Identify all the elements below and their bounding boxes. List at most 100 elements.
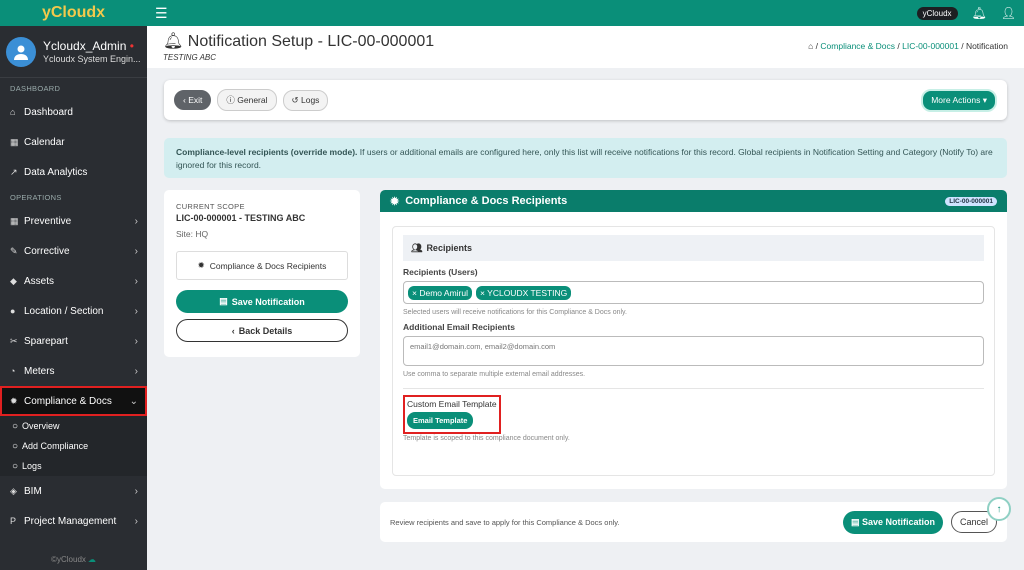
- chevron-down-icon: ⌄: [129, 395, 138, 407]
- chevron-right-icon: ›: [134, 365, 138, 377]
- sidebar-item-calendar[interactable]: ▦ Calendar: [0, 127, 147, 157]
- logs-button[interactable]: ↺ Logs: [282, 89, 329, 111]
- record-tag: LIC-00-000001: [945, 196, 997, 206]
- sidebar-subitem-overview[interactable]: ○ Overview: [0, 416, 147, 436]
- users-help: Selected users will receive notification…: [403, 309, 627, 316]
- recipients-card-title: Compliance & Docs Recipients: [405, 195, 568, 207]
- circle-icon: ○: [12, 460, 19, 472]
- bell-icon[interactable]: 🔔︎: [972, 6, 987, 20]
- exit-button[interactable]: ‹ Exit: [174, 90, 212, 110]
- calendar-icon: ▦: [10, 136, 19, 147]
- wrench-icon: ✎: [10, 245, 18, 256]
- user-menu-icon[interactable]: 👤︎: [1001, 6, 1016, 20]
- general-button[interactable]: ⓘ General: [217, 89, 277, 111]
- chart-icon: ↗: [10, 166, 18, 177]
- chevron-right-icon: ›: [134, 335, 138, 347]
- scope-card: CURRENT SCOPE LIC-00-000001 - TESTING AB…: [164, 190, 360, 357]
- globe-icon: ●: [10, 306, 16, 316]
- gear-icon: ✹: [197, 260, 205, 270]
- scope-site: Site: HQ: [176, 229, 209, 239]
- users-icon: 👥︎: [411, 242, 423, 253]
- chevron-right-icon: ›: [134, 305, 138, 317]
- section-operations: OPERATIONS: [10, 193, 62, 202]
- sidebar-item-location[interactable]: ● Location / Section ›: [0, 296, 147, 326]
- sidebar-item-assets[interactable]: ◆ Assets ›: [0, 266, 147, 296]
- sidebar-footer: ©yCloudx ☁: [51, 554, 96, 564]
- user-chip[interactable]: × YCLOUDX TESTING: [475, 285, 572, 300]
- tag-icon: ◆: [10, 275, 17, 286]
- emails-help: Use comma to separate multiple external …: [403, 371, 586, 378]
- save-notification-bottom-button[interactable]: ▤ Save Notification: [842, 510, 943, 534]
- sidebar: yCloudx Ycloudx_Admin • Ycloudx System E…: [0, 0, 147, 570]
- page-subtitle: TESTING ABC: [163, 53, 217, 62]
- custom-template-section: Custom Email Template Email Template: [403, 395, 501, 434]
- breadcrumb-record[interactable]: LIC-00-000001: [902, 41, 959, 51]
- bottom-hint: Review recipients and save to apply for …: [390, 517, 620, 527]
- sidebar-subitem-add-compliance[interactable]: ○ Add Compliance: [0, 436, 147, 456]
- save-notification-button[interactable]: ▤ Save Notification: [176, 290, 348, 313]
- user-name: Ycloudx_Admin: [43, 39, 127, 53]
- circle-icon: ○: [12, 420, 19, 432]
- brand-logo[interactable]: yCloudx: [0, 0, 147, 26]
- chevron-right-icon: ›: [134, 245, 138, 257]
- recipients-form: 👥︎ Recipients Recipients (Users) × Demo A…: [392, 226, 995, 476]
- toolbar: ‹ Exit ⓘ General ↺ Logs More Actions ▾: [164, 80, 1007, 120]
- sidebar-item-sparepart[interactable]: ✂ Sparepart ›: [0, 326, 147, 356]
- cloud-icon: ☁: [87, 554, 96, 564]
- project-icon: P: [10, 516, 17, 526]
- calendar-check-icon: ▦: [10, 215, 19, 226]
- recipients-section-header: 👥︎ Recipients: [403, 235, 984, 261]
- info-alert: Compliance-level recipients (override mo…: [164, 138, 1007, 178]
- save-icon: ▤: [850, 516, 860, 527]
- sidebar-item-corrective[interactable]: ✎ Corrective ›: [0, 236, 147, 266]
- more-actions-button[interactable]: More Actions ▾: [921, 88, 997, 112]
- chevron-right-icon: ›: [134, 485, 138, 497]
- users-label: Recipients (Users): [403, 267, 478, 277]
- chevron-right-icon: ›: [134, 215, 138, 227]
- page-header: 🔔︎ Notification Setup - LIC-00-000001 TE…: [147, 26, 1024, 68]
- recipients-nav-item[interactable]: ✹ Compliance & Docs Recipients: [176, 251, 348, 280]
- scope-label: CURRENT SCOPE: [176, 202, 245, 211]
- breadcrumb-current: Notification: [965, 41, 1008, 51]
- sidebar-item-data-analytics[interactable]: ↗ Data Analytics: [0, 157, 147, 187]
- chevron-right-icon: ›: [134, 275, 138, 287]
- tools-icon: ✂: [10, 335, 18, 346]
- section-dashboard: DASHBOARD: [10, 84, 61, 93]
- recipients-card-header: ✹ Compliance & Docs Recipients LIC-00-00…: [380, 190, 1007, 212]
- user-profile[interactable]: Ycloudx_Admin • Ycloudx System Engin...: [0, 26, 147, 78]
- email-template-button[interactable]: Email Template: [407, 412, 474, 429]
- scope-value: LIC-00-000001 - TESTING ABC: [176, 213, 306, 223]
- emails-label: Additional Email Recipients: [403, 322, 515, 332]
- bell-icon: 🔔︎: [163, 33, 184, 50]
- home-icon: ⌂: [10, 107, 16, 117]
- gauge-icon: ◔: [10, 366, 16, 376]
- emails-textarea[interactable]: email1@domain.com, email2@domain.com: [403, 336, 984, 366]
- sidebar-item-project-management[interactable]: P Project Management ›: [0, 506, 147, 536]
- users-select[interactable]: × Demo Amirul × YCLOUDX TESTING: [403, 281, 984, 304]
- sidebar-subitem-logs[interactable]: ○ Logs: [0, 456, 147, 476]
- template-help: Template is scoped to this compliance do…: [403, 435, 570, 442]
- app-pill[interactable]: yCloudx: [916, 6, 958, 20]
- divider: [403, 388, 984, 389]
- page-title: Notification Setup - LIC-00-000001: [187, 33, 435, 50]
- breadcrumb-compliance[interactable]: Compliance & Docs: [820, 41, 895, 51]
- scroll-top-icon[interactable]: ↑: [987, 497, 1011, 521]
- template-label: Custom Email Template: [407, 399, 497, 409]
- sidebar-item-bim[interactable]: ◈ BIM ›: [0, 476, 147, 506]
- avatar: [6, 36, 36, 67]
- sidebar-item-dashboard[interactable]: ⌂ Dashboard: [0, 97, 147, 127]
- sidebar-item-meters[interactable]: ◔ Meters ›: [0, 356, 147, 386]
- recipients-card: ✹ Compliance & Docs Recipients LIC-00-00…: [380, 190, 1007, 489]
- top-bar: ☰ yCloudx 🔔︎ 👤︎: [147, 0, 1024, 26]
- home-icon[interactable]: ⌂: [808, 41, 813, 51]
- info-bold: Compliance-level recipients (override mo…: [176, 147, 358, 157]
- menu-toggle-icon[interactable]: ☰: [155, 5, 168, 22]
- sidebar-item-preventive[interactable]: ▦ Preventive ›: [0, 206, 147, 236]
- breadcrumb: ⌂ / Compliance & Docs / LIC-00-000001 / …: [808, 41, 1008, 51]
- sidebar-item-compliance-docs[interactable]: ✹ Compliance & Docs ⌄: [0, 386, 147, 416]
- chevron-left-icon: ‹: [231, 325, 235, 336]
- save-icon: ▤: [219, 296, 228, 306]
- back-details-button[interactable]: ‹ Back Details: [176, 319, 348, 342]
- user-chip[interactable]: × Demo Amirul: [408, 285, 472, 300]
- chevron-right-icon: ›: [134, 515, 138, 527]
